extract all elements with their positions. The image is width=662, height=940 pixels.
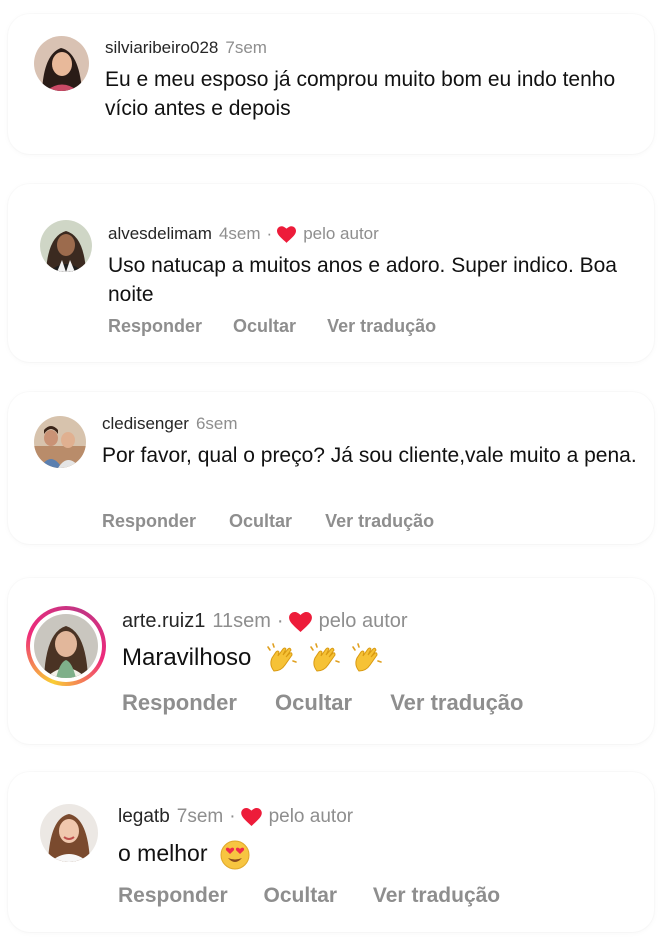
comment-card: silviaribeiro028 7sem Eu e meu esposo já…	[8, 14, 654, 154]
username[interactable]: legatb	[118, 806, 170, 828]
comment-text: Uso natucap a muitos anos e adoro. Super…	[108, 254, 617, 306]
hide-button[interactable]: Ocultar	[275, 690, 352, 716]
comment-actions: Responder Ocultar Ver tradução	[102, 511, 434, 532]
clapping-hands-icon	[309, 642, 341, 675]
clapping-hands-icon	[266, 642, 298, 675]
comment-time: 7sem	[225, 38, 267, 57]
comment-card: cledisenger 6sem Por favor, qual o preço…	[8, 392, 654, 544]
separator-dot: ·	[229, 806, 236, 827]
liked-by-author-label: pelo autor	[268, 806, 354, 827]
comment-meta: alvesdelimam 4sem · pelo autor	[108, 224, 379, 244]
clapping-hands-icon	[351, 642, 383, 675]
hide-button[interactable]: Ocultar	[233, 316, 296, 337]
see-translation-button[interactable]: Ver tradução	[325, 511, 434, 532]
comment-actions: Responder Ocultar Ver tradução	[108, 316, 436, 337]
avatar[interactable]	[40, 804, 98, 862]
reply-button[interactable]: Responder	[122, 690, 237, 716]
separator-dot: ·	[266, 224, 273, 243]
comment-card: arte.ruiz1 11sem · pelo autor Maravilhos…	[8, 578, 654, 744]
separator-dot: ·	[276, 610, 284, 632]
heart-icon	[277, 225, 297, 243]
comment-text-content: o melhor	[118, 840, 208, 866]
comments-screen: silviaribeiro028 7sem Eu e meu esposo já…	[0, 0, 662, 940]
comment-text-content: Maravilhoso	[122, 644, 252, 671]
username[interactable]: arte.ruiz1	[122, 610, 205, 633]
comment-time: 11sem	[212, 610, 271, 632]
avatar[interactable]	[34, 36, 89, 91]
comment-time: 4sem	[218, 224, 261, 243]
story-ring[interactable]	[26, 606, 106, 686]
comment-card: alvesdelimam 4sem · pelo autor Uso natuc…	[8, 184, 654, 362]
reply-button[interactable]: Responder	[102, 511, 196, 532]
avatar[interactable]	[40, 220, 92, 272]
see-translation-button[interactable]: Ver tradução	[327, 316, 436, 337]
comment-time: 6sem	[195, 414, 238, 433]
heart-eyes-face-icon	[220, 840, 250, 870]
comment-text: Por favor, qual o preço? Já sou cliente,…	[102, 444, 637, 467]
hide-button[interactable]: Ocultar	[229, 511, 292, 532]
liked-by-author-label: pelo autor	[318, 610, 408, 632]
see-translation-button[interactable]: Ver tradução	[373, 884, 500, 908]
username[interactable]: cledisenger	[102, 414, 189, 434]
comment-text: o melhor	[118, 836, 638, 870]
heart-icon	[240, 808, 262, 826]
reply-button[interactable]: Responder	[108, 316, 202, 337]
hide-button[interactable]: Ocultar	[264, 884, 338, 908]
reply-button[interactable]: Responder	[118, 884, 228, 908]
comment-actions: Responder Ocultar Ver tradução	[118, 884, 500, 908]
see-translation-button[interactable]: Ver tradução	[390, 690, 523, 716]
liked-by-author-label: pelo autor	[303, 224, 379, 243]
comment-meta: arte.ruiz1 11sem · pelo autor	[122, 610, 408, 633]
comment-card: legatb 7sem · pelo autor o melhor Respon…	[8, 772, 654, 932]
comment-text: Maravilhoso	[122, 640, 642, 676]
comment-text: Eu e meu esposo já comprou muito bom eu …	[105, 68, 616, 120]
avatar[interactable]	[34, 614, 98, 678]
comment-meta: silviaribeiro028 7sem	[105, 38, 267, 58]
username[interactable]: silviaribeiro028	[105, 38, 218, 58]
comment-actions: Responder Ocultar Ver tradução	[122, 690, 523, 716]
heart-icon	[288, 611, 312, 632]
username[interactable]: alvesdelimam	[108, 224, 212, 244]
avatar[interactable]	[34, 416, 86, 468]
comment-meta: legatb 7sem · pelo autor	[118, 806, 353, 828]
comment-meta: cledisenger 6sem	[102, 414, 238, 434]
comment-time: 7sem	[176, 806, 224, 827]
